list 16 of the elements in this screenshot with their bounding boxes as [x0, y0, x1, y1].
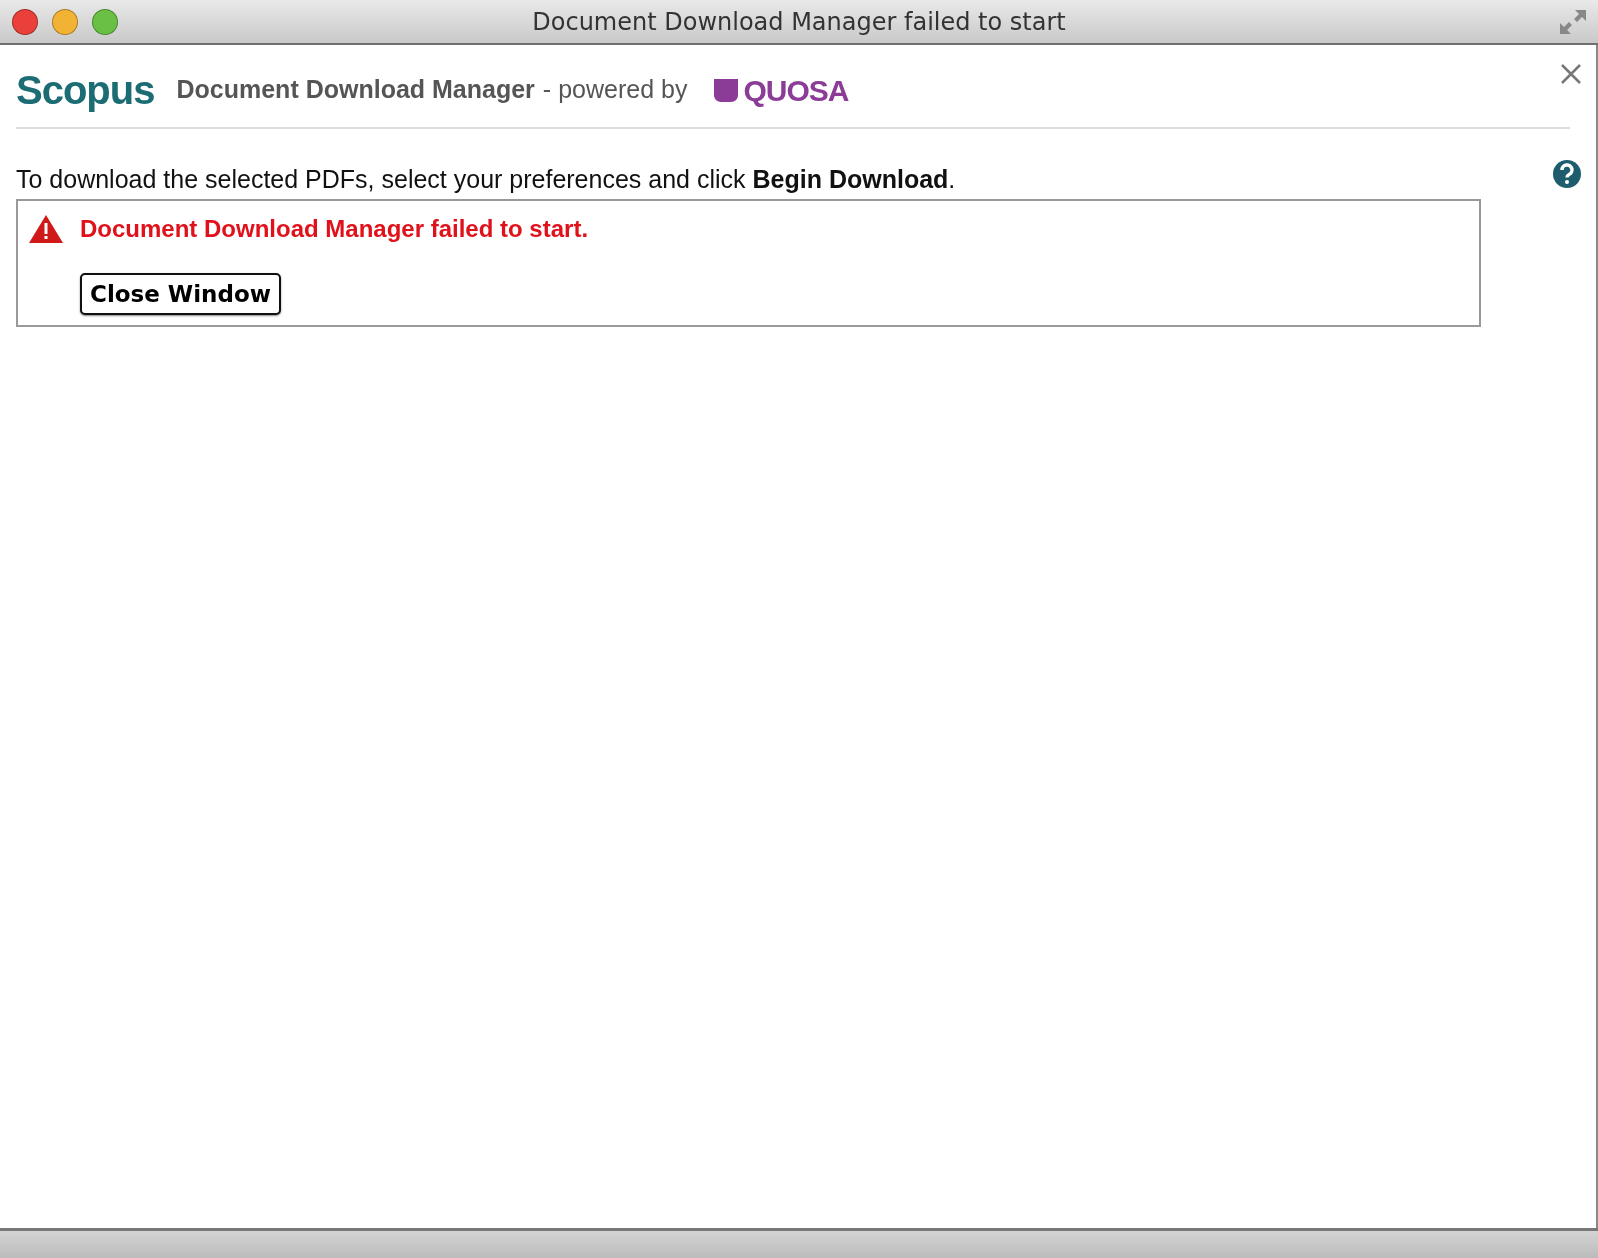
zoom-window-button[interactable] [92, 8, 118, 35]
logo: Scopus [16, 67, 155, 114]
app-title: Document Download Manager [176, 74, 535, 106]
window-title: Document Download Manager failed to start [532, 7, 1066, 36]
partner-logo-icon [713, 77, 740, 103]
error-message: Document Download Manager failed to start. [80, 213, 589, 244]
close-icon[interactable] [1560, 61, 1582, 85]
fullscreen-icon[interactable] [1558, 8, 1588, 36]
partner-logo: QUOSA [743, 72, 849, 109]
close-window-button[interactable]: Close Window [80, 272, 281, 315]
powered-by-text: - powered by [542, 74, 688, 106]
close-window-button[interactable] [12, 8, 38, 35]
warning-icon [28, 213, 64, 244]
instruction-text: To download the selected PDFs, select your preferences and click Begin Download. [16, 164, 956, 195]
help-icon[interactable] [1552, 159, 1582, 189]
minimize-window-button[interactable] [52, 8, 78, 35]
